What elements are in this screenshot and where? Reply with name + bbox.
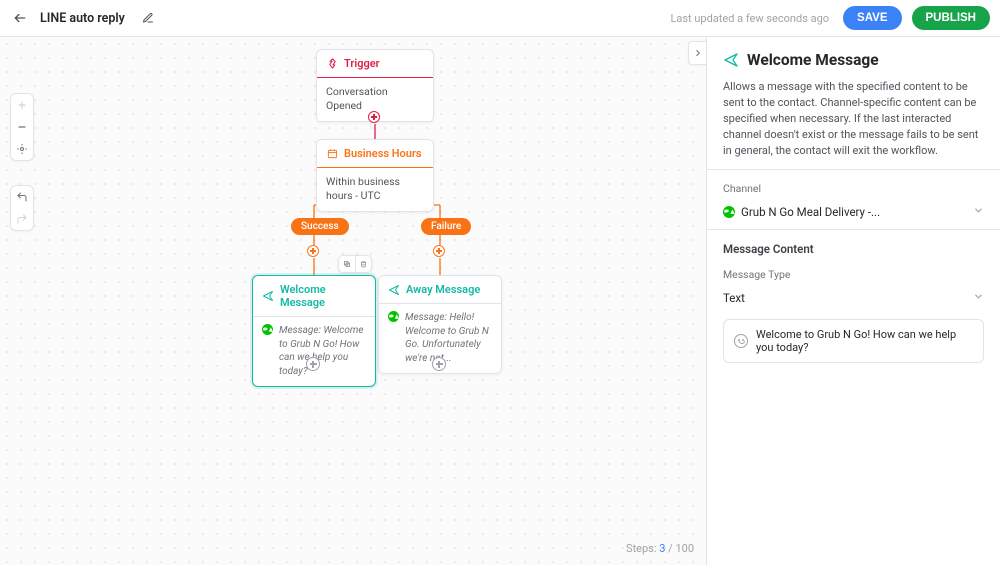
message-preview-text: Welcome to Grub N Go! How can we help yo… xyxy=(756,328,973,354)
trigger-icon xyxy=(326,58,338,70)
collapse-panel-button[interactable] xyxy=(688,41,706,65)
back-button[interactable] xyxy=(10,8,30,28)
add-step-after-trigger[interactable] xyxy=(368,111,380,123)
channel-label: Channel xyxy=(723,182,984,195)
line-channel-icon xyxy=(723,206,735,218)
business-hours-node[interactable]: Business Hours Within business hours - U… xyxy=(316,139,434,212)
body: Trigger Conversation Opened Business Hou… xyxy=(0,37,1000,565)
line-channel-icon xyxy=(262,324,273,335)
smiley-icon xyxy=(734,334,748,348)
trigger-title: Trigger xyxy=(344,57,380,70)
away-message-title: Away Message xyxy=(406,283,480,296)
zoom-in-button[interactable] xyxy=(11,94,33,116)
add-step-failure-branch[interactable] xyxy=(433,245,445,257)
business-hours-head: Business Hours xyxy=(317,140,433,168)
fit-view-button[interactable] xyxy=(11,138,33,160)
success-branch-chip[interactable]: Success xyxy=(291,218,349,235)
message-content-heading: Message Content xyxy=(723,242,984,256)
node-toolbar xyxy=(338,255,372,273)
undo-button[interactable] xyxy=(11,186,33,208)
steps-counter: Steps: 3 / 100 xyxy=(626,542,694,555)
send-icon xyxy=(388,284,400,296)
header: LINE auto reply Last updated a few secon… xyxy=(0,0,1000,37)
send-icon xyxy=(723,52,739,68)
welcome-message-head: Welcome Message xyxy=(253,276,375,317)
save-button[interactable]: SAVE xyxy=(843,6,901,30)
duplicate-node-button[interactable] xyxy=(339,256,355,272)
send-icon xyxy=(262,290,274,302)
line-channel-icon xyxy=(388,311,399,322)
calendar-icon xyxy=(326,148,338,160)
message-preview[interactable]: Welcome to Grub N Go! How can we help yo… xyxy=(723,319,984,363)
failure-branch-chip[interactable]: Failure xyxy=(421,218,471,235)
delete-node-button[interactable] xyxy=(355,256,371,272)
away-message-text: Message: Hello! Welcome to Grub N Go. Un… xyxy=(405,311,492,365)
properties-panel: Welcome Message Allows a message with th… xyxy=(706,37,1000,565)
away-message-head: Away Message xyxy=(379,276,501,304)
business-hours-body: Within business hours - UTC xyxy=(317,168,433,211)
chevron-down-icon xyxy=(973,291,984,305)
zoom-out-button[interactable] xyxy=(11,116,33,138)
divider xyxy=(707,229,1000,230)
publish-button[interactable]: PUBLISH xyxy=(912,6,990,30)
workflow-canvas[interactable]: Trigger Conversation Opened Business Hou… xyxy=(0,37,706,565)
panel-title-row: Welcome Message xyxy=(723,51,984,69)
welcome-message-text: Message: Welcome to Grub N Go! How can w… xyxy=(279,324,366,378)
add-step-success-branch[interactable] xyxy=(307,245,319,257)
business-hours-title: Business Hours xyxy=(344,147,422,160)
add-step-end-left[interactable] xyxy=(306,357,320,371)
add-step-end-right[interactable] xyxy=(432,357,446,371)
trigger-node-head: Trigger xyxy=(317,50,433,78)
welcome-message-title: Welcome Message xyxy=(280,283,366,309)
chevron-down-icon xyxy=(973,205,984,219)
redo-button[interactable] xyxy=(11,208,33,230)
last-updated-text: Last updated a few seconds ago xyxy=(670,12,829,25)
welcome-message-body: Message: Welcome to Grub N Go! How can w… xyxy=(253,317,375,386)
history-tool-rail xyxy=(10,185,34,231)
channel-select[interactable]: Grub N Go Meal Delivery -... xyxy=(723,205,984,219)
panel-description: Allows a message with the specified cont… xyxy=(723,79,984,159)
app-root: LINE auto reply Last updated a few secon… xyxy=(0,0,1000,565)
panel-title: Welcome Message xyxy=(747,51,879,69)
divider xyxy=(707,169,1000,170)
edit-title-button[interactable] xyxy=(139,9,157,27)
message-type-select[interactable]: Text xyxy=(723,291,984,305)
channel-value: Grub N Go Meal Delivery -... xyxy=(741,205,880,219)
message-type-label: Message Type xyxy=(723,268,984,281)
workflow-title: LINE auto reply xyxy=(40,11,125,26)
zoom-tool-rail xyxy=(10,93,34,161)
message-type-value: Text xyxy=(723,291,745,305)
